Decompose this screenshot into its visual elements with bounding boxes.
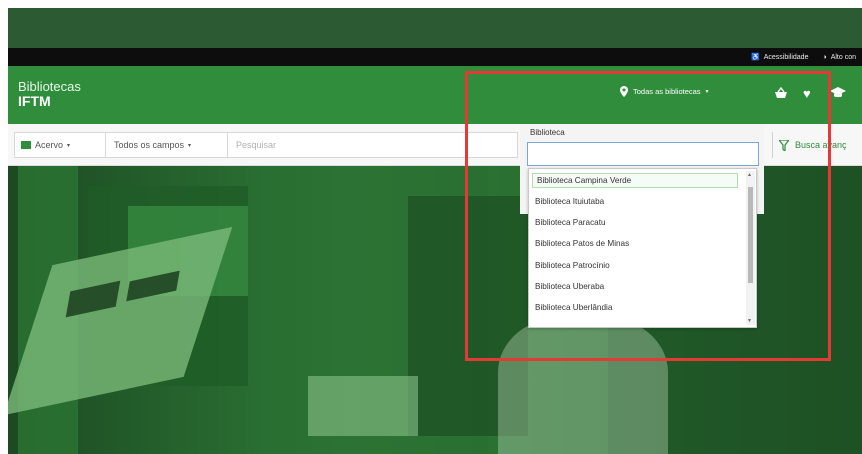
books-icon	[21, 141, 31, 149]
contrast-label: Alto con	[830, 53, 856, 61]
library-option[interactable]: Biblioteca Uberaba	[535, 282, 604, 291]
dropdown-scrollbar[interactable]: ▲ ▼	[746, 171, 755, 325]
library-dropdown-label: Biblioteca	[530, 128, 565, 137]
caret-down-icon: ▾	[67, 142, 71, 149]
library-option[interactable]: Biblioteca Patrocínio	[535, 261, 610, 270]
library-option[interactable]: Biblioteca Patos de Minas	[535, 239, 629, 248]
library-filter-input[interactable]	[527, 142, 759, 166]
library-selector-button[interactable]: Todas as bibliotecas ▾	[620, 86, 709, 97]
top-band	[8, 8, 862, 48]
heart-icon[interactable]: ♥	[803, 86, 811, 101]
caret-down-icon: ▾	[705, 89, 709, 95]
search-input[interactable]: Pesquisar	[228, 132, 518, 158]
scroll-down-icon[interactable]: ▼	[747, 318, 752, 324]
collection-label: Acervo	[35, 140, 64, 150]
accessibility-bar: ♿ Acessibilidade ◑ Alto con	[8, 48, 862, 66]
top-margin	[0, 0, 862, 8]
library-options-list[interactable]: Biblioteca Campina Verde Biblioteca Itui…	[528, 168, 757, 328]
basket-icon[interactable]	[774, 86, 788, 102]
accessibility-label: Acessibilidade	[763, 53, 809, 61]
library-option[interactable]: Biblioteca Ituiutaba	[535, 197, 604, 206]
library-selector-label: Todas as bibliotecas	[633, 87, 701, 96]
library-option[interactable]: Biblioteca Paracatu	[535, 218, 606, 227]
brand-logo[interactable]: Bibliotecas IFTM	[18, 80, 81, 108]
advanced-search-label: Busca avanç	[795, 140, 847, 150]
contrast-icon: ◑	[822, 53, 827, 61]
map-marker-icon	[620, 86, 628, 97]
library-option[interactable]: Biblioteca Campina Verde	[532, 173, 738, 188]
brand-line2: IFTM	[18, 92, 51, 109]
site-header: Bibliotecas IFTM Todas as bibliotecas ▾ …	[8, 66, 862, 124]
accessibility-link[interactable]: ♿ Acessibilidade	[751, 53, 809, 62]
fields-label: Todos os campos	[114, 140, 185, 150]
scroll-up-icon[interactable]: ▲	[747, 172, 752, 178]
high-contrast-link[interactable]: ◑ Alto con	[822, 54, 856, 61]
graduation-cap-icon[interactable]	[830, 87, 846, 102]
funnel-icon	[779, 139, 789, 151]
fields-dropdown[interactable]: Todos os campos ▾	[106, 132, 228, 158]
search-placeholder: Pesquisar	[236, 140, 277, 150]
advanced-search-link[interactable]: Busca avanç	[772, 132, 847, 158]
library-option[interactable]: Biblioteca Uberlândia	[535, 303, 612, 312]
scrollbar-thumb[interactable]	[748, 187, 753, 283]
brand-line1: Bibliotecas	[18, 79, 81, 94]
accessibility-icon: ♿	[751, 54, 760, 61]
caret-down-icon: ▾	[188, 142, 192, 149]
collection-dropdown[interactable]: Acervo ▾	[14, 132, 106, 158]
